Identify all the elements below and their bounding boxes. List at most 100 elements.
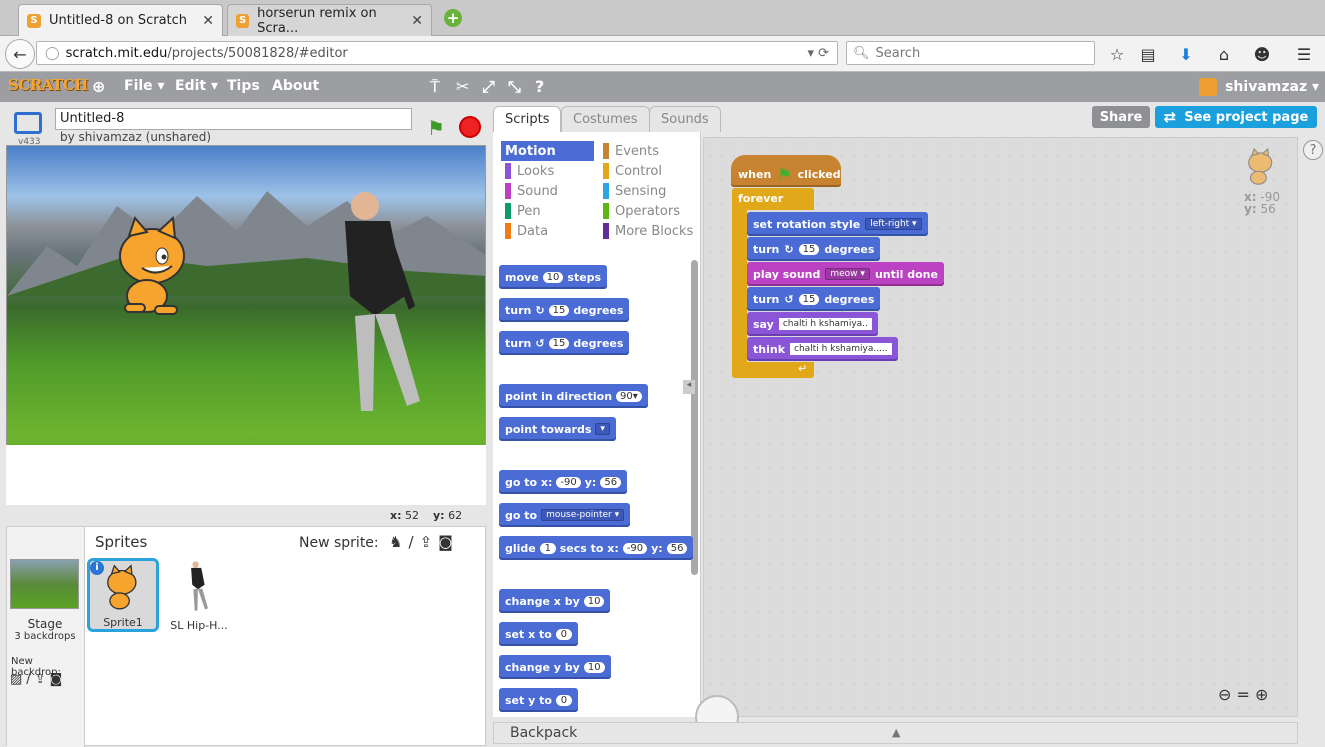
- sprite-card-sprite1[interactable]: i Sprite1: [87, 558, 159, 632]
- block-turn-counterclockwise[interactable]: turn ↺ 15 degrees: [499, 331, 630, 355]
- rotate-ccw-icon: ↺: [535, 336, 545, 350]
- image-library-icon[interactable]: ▨: [10, 672, 26, 687]
- new-sprite-label: New sprite: ♞/⇪◙: [299, 533, 459, 551]
- stage-thumbnail[interactable]: [10, 559, 79, 609]
- category-sensing[interactable]: Sensing: [599, 181, 699, 201]
- close-tab-icon[interactable]: ✕: [411, 13, 423, 29]
- duplicate-stamp-icon[interactable]: ⍑: [430, 77, 440, 97]
- zoom-in-icon[interactable]: ⊕: [1255, 685, 1268, 704]
- cat-sprite[interactable]: [107, 216, 207, 326]
- category-operators[interactable]: Operators: [599, 201, 699, 221]
- block-turn-clockwise[interactable]: turn ↻ 15 degrees: [499, 298, 630, 322]
- help-icon[interactable]: ?: [1303, 140, 1323, 160]
- block-change-x[interactable]: change x by 10: [499, 589, 611, 613]
- category-more-blocks[interactable]: More Blocks: [599, 221, 699, 241]
- chat-icon[interactable]: ☻: [1252, 44, 1272, 64]
- sprite-card-dancer[interactable]: SL Hip-H...: [163, 558, 235, 632]
- stop-sign-icon[interactable]: [459, 116, 481, 138]
- close-tab-icon[interactable]: ✕: [202, 13, 214, 29]
- turn-ccw-block[interactable]: turn ↺ 15 degrees: [747, 287, 881, 311]
- forever-block[interactable]: forever: [732, 188, 814, 210]
- stage-thumbnail-panel[interactable]: Stage 3 backdrops New backdrop: ▨/⇪◙: [7, 527, 85, 747]
- block-go-to-xy[interactable]: go to x: -90 y: 56: [499, 470, 628, 494]
- home-icon[interactable]: ⌂: [1214, 44, 1234, 64]
- rotate-cw-icon: ↻: [784, 242, 794, 256]
- tab-title: horserun remix on Scra...: [257, 5, 377, 36]
- fullscreen-icon[interactable]: [14, 112, 42, 134]
- search-input[interactable]: 🔍︎ Search: [846, 41, 1095, 65]
- shrink-icon[interactable]: ⤡: [508, 77, 521, 97]
- tab-scripts[interactable]: Scripts: [493, 106, 562, 132]
- block-set-y[interactable]: set y to 0: [499, 688, 578, 712]
- share-button[interactable]: Share: [1092, 106, 1150, 128]
- green-flag-icon[interactable]: ⚑: [427, 116, 445, 140]
- grow-icon[interactable]: ⤢: [482, 77, 495, 97]
- play-sound-until-done-block[interactable]: play sound meow ▾ until done: [747, 262, 944, 286]
- say-block[interactable]: say chalti h kshamiya..: [747, 312, 878, 336]
- block-glide[interactable]: glide 1 secs to x: -90 y: 56: [499, 536, 694, 560]
- forever-block-bottom: ↵: [732, 362, 814, 378]
- help-icon[interactable]: ?: [535, 77, 544, 96]
- browser-tab-active[interactable]: S Untitled-8 on Scratch ✕: [18, 4, 223, 36]
- upload-icon[interactable]: ⇪: [35, 672, 50, 687]
- category-motion[interactable]: Motion: [501, 141, 594, 161]
- backpack-bar[interactable]: Backpack ▲: [493, 722, 1298, 744]
- new-tab-icon[interactable]: +: [444, 9, 462, 27]
- tips-menu[interactable]: Tips: [227, 78, 260, 94]
- category-pen[interactable]: Pen: [501, 201, 594, 221]
- file-menu[interactable]: File ▾: [124, 78, 165, 94]
- loop-arrow-icon: ↵: [798, 362, 808, 375]
- paint-brush-icon[interactable]: /: [409, 533, 420, 551]
- download-icon[interactable]: ⬇: [1176, 44, 1196, 64]
- block-set-x[interactable]: set x to 0: [499, 622, 578, 646]
- reading-list-icon[interactable]: ▤: [1138, 44, 1158, 64]
- about-menu[interactable]: About: [272, 78, 319, 94]
- expand-up-icon[interactable]: ▲: [892, 726, 900, 739]
- hamburger-menu-icon[interactable]: ☰: [1294, 44, 1314, 64]
- green-flag-icon: ⚑: [777, 165, 792, 184]
- reload-icon[interactable]: ▾ ⟳: [807, 46, 829, 61]
- turn-cw-block[interactable]: turn ↻ 15 degrees: [747, 237, 881, 261]
- category-control[interactable]: Control: [599, 161, 699, 181]
- edit-menu[interactable]: Edit ▾: [175, 78, 218, 94]
- block-point-towards[interactable]: point towards ▾: [499, 417, 616, 441]
- paint-brush-icon[interactable]: /: [26, 672, 34, 687]
- block-go-to[interactable]: go to mouse-pointer ▾: [499, 503, 631, 527]
- tab-costumes[interactable]: Costumes: [561, 106, 650, 132]
- block-move-steps[interactable]: move 10 steps: [499, 265, 608, 289]
- tab-sounds[interactable]: Sounds: [649, 106, 721, 132]
- browser-tab-inactive[interactable]: S horserun remix on Scra... ✕: [227, 4, 432, 36]
- category-sound[interactable]: Sound: [501, 181, 594, 201]
- user-menu[interactable]: shivamzaz ▾: [1199, 78, 1319, 96]
- block-change-y[interactable]: change y by 10: [499, 655, 611, 679]
- scratch-menu-bar: SCRATCH ⊕ File ▾ Edit ▾ Tips About ⍑ ✂ ⤢…: [0, 72, 1325, 102]
- category-data[interactable]: Data: [501, 221, 594, 241]
- block-point-in-direction[interactable]: point in direction 90▾: [499, 384, 648, 408]
- url-bar[interactable]: ◯ scratch.mit.edu /projects/50081828/#ed…: [36, 41, 838, 65]
- project-title-input[interactable]: Untitled-8: [55, 108, 412, 130]
- sprite-name: SL Hip-H...: [170, 619, 228, 632]
- cat-thumbnail: [1248, 147, 1273, 185]
- category-events[interactable]: Events: [599, 141, 699, 161]
- upload-icon[interactable]: ⇪: [420, 533, 439, 551]
- think-block[interactable]: think chalti h kshamiya.....: [747, 337, 898, 361]
- category-looks[interactable]: Looks: [501, 161, 594, 181]
- palette-scrollbar[interactable]: [691, 260, 698, 575]
- camera-icon[interactable]: ◙: [50, 672, 67, 687]
- zoom-reset-icon[interactable]: =: [1237, 685, 1250, 704]
- zoom-out-icon[interactable]: ⊖: [1218, 685, 1231, 704]
- set-rotation-style-block[interactable]: set rotation style left-right ▾: [747, 212, 928, 236]
- when-flag-clicked-block[interactable]: when ⚑ clicked: [731, 155, 841, 187]
- sprite-library-icon[interactable]: ♞: [389, 533, 408, 551]
- back-arrow-icon[interactable]: ←: [5, 39, 35, 69]
- dancer-sprite[interactable]: [325, 186, 435, 426]
- collapse-arrow-icon[interactable]: ◂: [683, 380, 695, 394]
- rotate-ccw-icon: ↺: [784, 292, 794, 306]
- camera-icon[interactable]: ◙: [438, 533, 459, 551]
- delete-cut-icon[interactable]: ✂: [456, 77, 469, 96]
- username: shivamzaz ▾: [1225, 79, 1319, 95]
- see-project-page-button[interactable]: ⇄ See project page: [1155, 106, 1317, 128]
- scratch-logo[interactable]: SCRATCH: [8, 76, 88, 94]
- bookmark-star-icon[interactable]: ☆: [1107, 44, 1127, 64]
- language-globe-icon[interactable]: ⊕: [92, 77, 105, 96]
